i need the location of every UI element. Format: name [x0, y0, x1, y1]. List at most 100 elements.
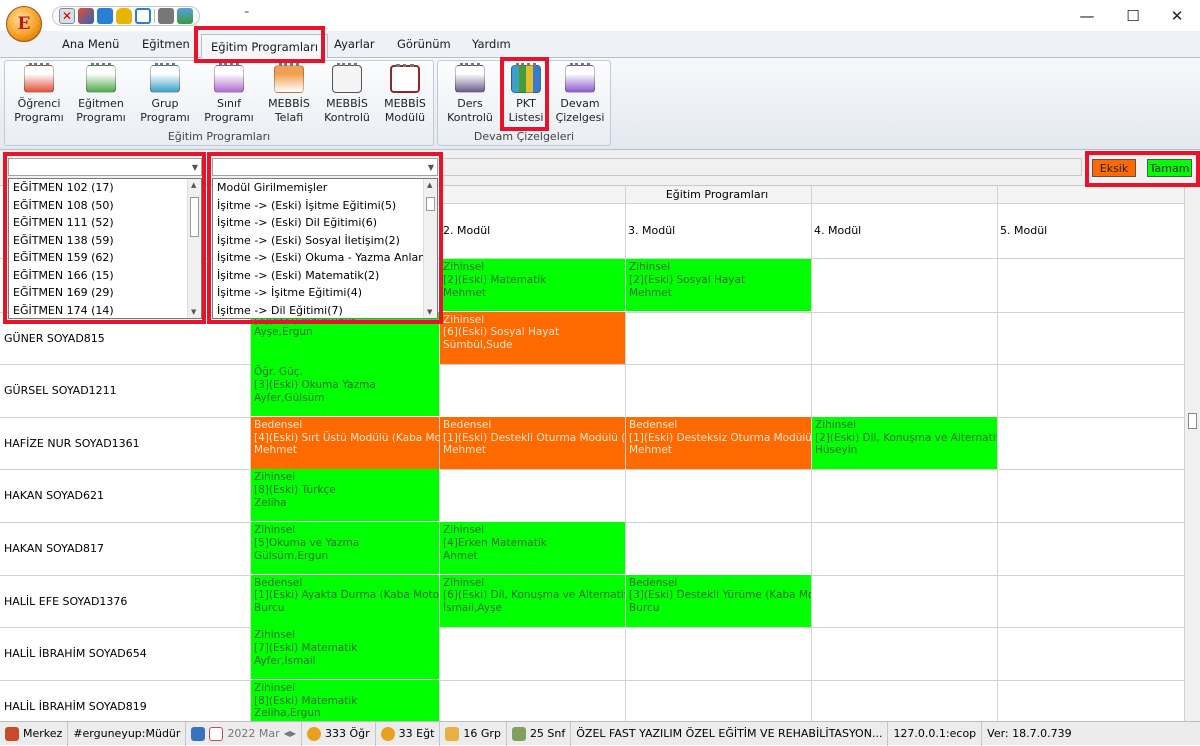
empty-cell[interactable] [812, 364, 997, 416]
empty-cell[interactable] [440, 680, 625, 721]
tab-ana-menu[interactable]: Ana Menü [62, 37, 119, 51]
student-name[interactable]: HAFİZE NUR SOYAD1361 [0, 417, 250, 470]
empty-cell[interactable] [998, 680, 1184, 721]
empty-cell[interactable] [998, 522, 1184, 574]
instructor-option[interactable]: EĞİTMEN 102 (17) [9, 179, 201, 197]
mebbis-kontrolu-button[interactable]: MEBBİS Kontrolü [319, 63, 375, 125]
grid-icon[interactable] [97, 8, 113, 24]
empty-cell[interactable] [998, 312, 1184, 364]
scroll-down-icon[interactable]: ▼ [191, 308, 196, 316]
mebbis-modulu-button[interactable]: MEBBİS Modülü [377, 64, 433, 125]
student-name[interactable]: GÜRSEL SOYAD1211 [0, 364, 250, 417]
window-icon[interactable] [135, 8, 151, 24]
empty-cell[interactable] [998, 575, 1184, 627]
tab-gorunum[interactable]: Görünüm [397, 37, 451, 51]
instructors-status[interactable]: 33 Eğt [376, 721, 441, 746]
program-cell[interactable]: Zihinsel [2](Eski) Sosyal Hayat Mehmet [626, 259, 811, 311]
branch-status[interactable]: Merkez [0, 721, 69, 746]
tab-egitim-programlari[interactable]: Eğitim Programları [201, 34, 329, 59]
empty-cell[interactable] [626, 627, 811, 679]
program-cell[interactable]: Bedensel [1](Eski) Ayakta Durma (Kaba Mot… [251, 574, 439, 627]
ders-kontrolu-button[interactable]: Ders Kontrolü [442, 63, 498, 125]
module-option[interactable]: İşitme -> Dil Eğitimi(7) [213, 302, 437, 319]
tamam-filter-button[interactable]: Tamam [1147, 159, 1192, 177]
empty-cell[interactable] [440, 627, 625, 679]
empty-cell[interactable] [998, 469, 1184, 521]
grid-vertical-scrollbar[interactable] [1184, 186, 1200, 721]
student-name[interactable]: HALİL İBRAHİM SOYAD654 [0, 627, 250, 680]
module-option[interactable]: İşitme -> (Eski) İşitme Eğitimi(5) [213, 197, 437, 215]
empty-cell[interactable] [812, 680, 997, 721]
instructor-select[interactable]: ▼ [8, 158, 202, 176]
program-cell[interactable]: Zihinsel [6](Eski) Sosyal Hayat Sümbül,Sud… [440, 311, 625, 364]
program-cell[interactable]: Bedensel [1](Eski) Desteksiz Oturma Modül… [626, 416, 811, 469]
instructor-option[interactable]: EĞİTMEN 111 (52) [9, 214, 201, 232]
empty-cell[interactable] [998, 627, 1184, 679]
instructor-option[interactable]: EĞİTMEN 174 (14) [9, 302, 201, 319]
instructor-option[interactable]: EĞİTMEN 159 (62) [9, 249, 201, 267]
scrollbar-thumb[interactable] [426, 197, 435, 211]
module-option[interactable]: İşitme -> (Eski) Okuma - Yazma Anlama(2) [213, 249, 437, 267]
instructor-option[interactable]: EĞİTMEN 169 (29) [9, 284, 201, 302]
grup-programi-button[interactable]: Grup Programı [137, 63, 193, 125]
instructor-option[interactable]: EĞİTMEN 108 (50) [9, 197, 201, 215]
module-select[interactable]: ▼ [212, 158, 438, 176]
program-cell[interactable]: Zihinsel [8](Eski) Matematik Zeliha,Ergun [251, 679, 439, 721]
program-cell[interactable]: [2](Eski) Matematik Ayşe,Ergun [251, 311, 439, 364]
empty-cell[interactable] [440, 469, 625, 521]
empty-cell[interactable] [812, 575, 997, 627]
ogrenci-programi-button[interactable]: Öğrenci Programı [11, 63, 67, 125]
empty-cell[interactable] [440, 364, 625, 416]
program-cell[interactable]: Zihinsel [7](Eski) Matematik Ayfer,İsmail [251, 627, 439, 680]
empty-cell[interactable] [812, 259, 997, 311]
module-option[interactable]: Modül Girilmemişler [213, 179, 437, 197]
spin-icon[interactable]: ◀▶ [284, 729, 296, 738]
program-cell[interactable]: Bedensel [1](Eski) Destekli Oturma Modülü… [440, 416, 625, 469]
lock-icon[interactable] [116, 8, 132, 24]
students-status[interactable]: 333 Öğr [302, 721, 376, 746]
qat-customize-icon[interactable]: ⁼ [244, 9, 249, 20]
empty-cell[interactable] [812, 469, 997, 521]
close-icon[interactable]: ✕ [59, 8, 75, 24]
empty-cell[interactable] [998, 417, 1184, 469]
sinif-programi-button[interactable]: Sınıf Programı [201, 63, 257, 125]
program-cell[interactable]: Zihinsel [8](Eski) Türkçe Zeliha [251, 469, 439, 522]
users-icon[interactable] [78, 8, 94, 24]
user-status[interactable]: #erguneyup:Müdür [68, 721, 187, 746]
date-status[interactable]: 2022 Mar ◀▶ [186, 721, 302, 746]
report-icon[interactable] [158, 8, 174, 24]
empty-cell[interactable] [812, 312, 997, 364]
pkt-listesi-button[interactable]: PKT Listesi [498, 63, 554, 125]
empty-cell[interactable] [626, 522, 811, 574]
student-name[interactable]: HAKAN SOYAD817 [0, 522, 250, 575]
empty-cell[interactable] [812, 522, 997, 574]
column-header[interactable]: 5. Modül [997, 204, 1184, 258]
program-cell[interactable]: Bedensel [3](Eski) Destekli Yürüme (Kaba … [626, 574, 811, 627]
scroll-up-icon[interactable]: ▲ [427, 181, 432, 189]
instructor-option[interactable]: EĞİTMEN 166 (15) [9, 267, 201, 285]
program-cell[interactable]: Zihinsel [5]Okuma ve Yazma Gülsüm,Ergun [251, 522, 439, 574]
egitmen-programi-button[interactable]: Eğitmen Programı [73, 63, 129, 125]
eksik-filter-button[interactable]: Eksik [1092, 159, 1136, 177]
program-cell[interactable]: Zihinsel [6](Eski) Dil, Konuşma ve Altern… [440, 574, 625, 627]
column-header[interactable]: 3. Modül [625, 204, 811, 258]
student-name[interactable]: HALİL EFE SOYAD1376 [0, 575, 250, 628]
empty-cell[interactable] [812, 627, 997, 679]
column-header[interactable]: 2. Modül [440, 204, 625, 258]
mebbis-telafi-button[interactable]: MEBBİS Telafi [261, 63, 317, 125]
column-header[interactable]: 4. Modül [811, 204, 997, 258]
tab-egitmen[interactable]: Eğitmen [142, 37, 190, 51]
program-cell[interactable]: Zihinsel [4]Erken Matematik Ahmet [440, 522, 625, 574]
empty-cell[interactable] [626, 364, 811, 416]
program-cell[interactable]: Zihinsel [2](Eski) Dil, Konuşma ve Altern… [812, 416, 997, 469]
instructor-option[interactable]: EĞİTMEN 138 (59) [9, 232, 201, 250]
student-name[interactable]: GÜNER SOYAD815 [0, 312, 250, 365]
empty-cell[interactable] [998, 364, 1184, 416]
groups-status[interactable]: 16 Grp [440, 721, 507, 746]
empty-cell[interactable] [626, 469, 811, 521]
close-button[interactable]: ✕ [1154, 0, 1200, 31]
scroll-up-icon[interactable]: ▲ [191, 181, 196, 189]
empty-cell[interactable] [998, 259, 1184, 311]
program-cell[interactable]: Bedensel [4](Eski) Sırt Üstü Modülü (Kaba… [251, 416, 439, 469]
tab-ayarlar[interactable]: Ayarlar [334, 37, 375, 51]
